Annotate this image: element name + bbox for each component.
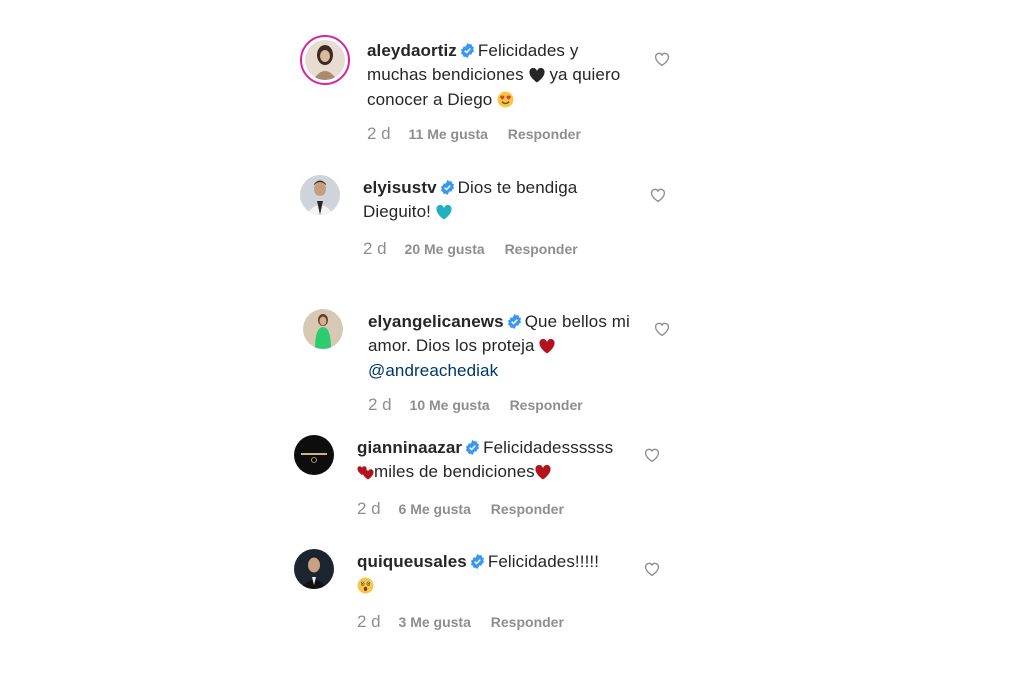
like-heart-icon[interactable] (653, 320, 671, 338)
astonished-face-icon (357, 577, 374, 600)
likes-count-button[interactable]: 11 Me gusta (409, 126, 488, 142)
comment-meta: 2 d 3 Me gusta Responder (357, 612, 564, 632)
reply-button[interactable]: Responder (510, 397, 583, 413)
verified-badge-icon (460, 42, 475, 64)
mention-link[interactable]: @andreachediak (368, 361, 498, 380)
red-heart-icon (535, 464, 551, 486)
verified-badge-icon (465, 439, 480, 461)
avatar[interactable] (300, 35, 350, 85)
comment-meta: 2 d 10 Me gusta Responder (368, 395, 583, 415)
reply-button[interactable]: Responder (508, 126, 581, 142)
teal-heart-icon (436, 204, 452, 226)
avatar[interactable] (300, 175, 340, 215)
comment-body: elyangelicanews Que bellos mi amor. Dios … (368, 311, 638, 382)
comment-body: gianninaazar Felicidadessssss miles de be… (357, 437, 627, 486)
comment-body: aleydaortiz Felicidades y muchas bendicio… (367, 40, 637, 114)
avatar-image (294, 549, 334, 589)
comment-body: elyisustv Dios te bendiga Dieguito! (363, 177, 633, 226)
timestamp[interactable]: 2 d (367, 124, 391, 143)
avatar-image (305, 40, 345, 80)
comment-meta: 2 d 20 Me gusta Responder (363, 239, 578, 259)
two-hearts-icon (357, 464, 374, 486)
timestamp[interactable]: 2 d (363, 239, 387, 258)
avatar[interactable] (303, 309, 343, 349)
avatar-image (294, 435, 334, 475)
avatar[interactable] (294, 435, 334, 475)
username-link[interactable]: gianninaazar (357, 438, 462, 457)
likes-count-button[interactable]: 10 Me gusta (410, 397, 490, 413)
red-heart-icon (539, 338, 556, 360)
verified-badge-icon (507, 313, 522, 335)
black-heart-icon (529, 67, 545, 89)
likes-count-button[interactable]: 3 Me gusta (399, 614, 471, 630)
reply-button[interactable]: Responder (491, 614, 564, 630)
avatar[interactable] (294, 549, 334, 589)
verified-badge-icon (440, 179, 455, 201)
like-heart-icon[interactable] (649, 186, 667, 204)
comment-text: miles de bendiciones (374, 462, 535, 481)
username-link[interactable]: aleydaortiz (367, 41, 457, 60)
username-link[interactable]: elyangelicanews (368, 312, 504, 331)
avatar-image (303, 309, 343, 349)
comment-body: quiqueusales Felicidades!!!!! (357, 551, 627, 600)
avatar-image (300, 175, 340, 215)
likes-count-button[interactable]: 6 Me gusta (399, 501, 471, 517)
username-link[interactable]: quiqueusales (357, 552, 467, 571)
timestamp[interactable]: 2 d (357, 499, 381, 518)
like-heart-icon[interactable] (653, 50, 671, 68)
comment-meta: 2 d 6 Me gusta Responder (357, 499, 564, 519)
comment-meta: 2 d 11 Me gusta Responder (367, 124, 581, 144)
reply-button[interactable]: Responder (491, 501, 564, 517)
comment-text: Felicidades!!!!! (487, 552, 600, 571)
username-link[interactable]: elyisustv (363, 178, 437, 197)
verified-badge-icon (470, 553, 485, 575)
heart-eyes-icon (497, 91, 514, 114)
reply-button[interactable]: Responder (505, 241, 578, 257)
timestamp[interactable]: 2 d (368, 395, 392, 414)
like-heart-icon[interactable] (643, 446, 661, 464)
like-heart-icon[interactable] (643, 560, 661, 578)
comment-text: Felicidadessssss (483, 438, 614, 457)
likes-count-button[interactable]: 20 Me gusta (405, 241, 485, 257)
timestamp[interactable]: 2 d (357, 612, 381, 631)
